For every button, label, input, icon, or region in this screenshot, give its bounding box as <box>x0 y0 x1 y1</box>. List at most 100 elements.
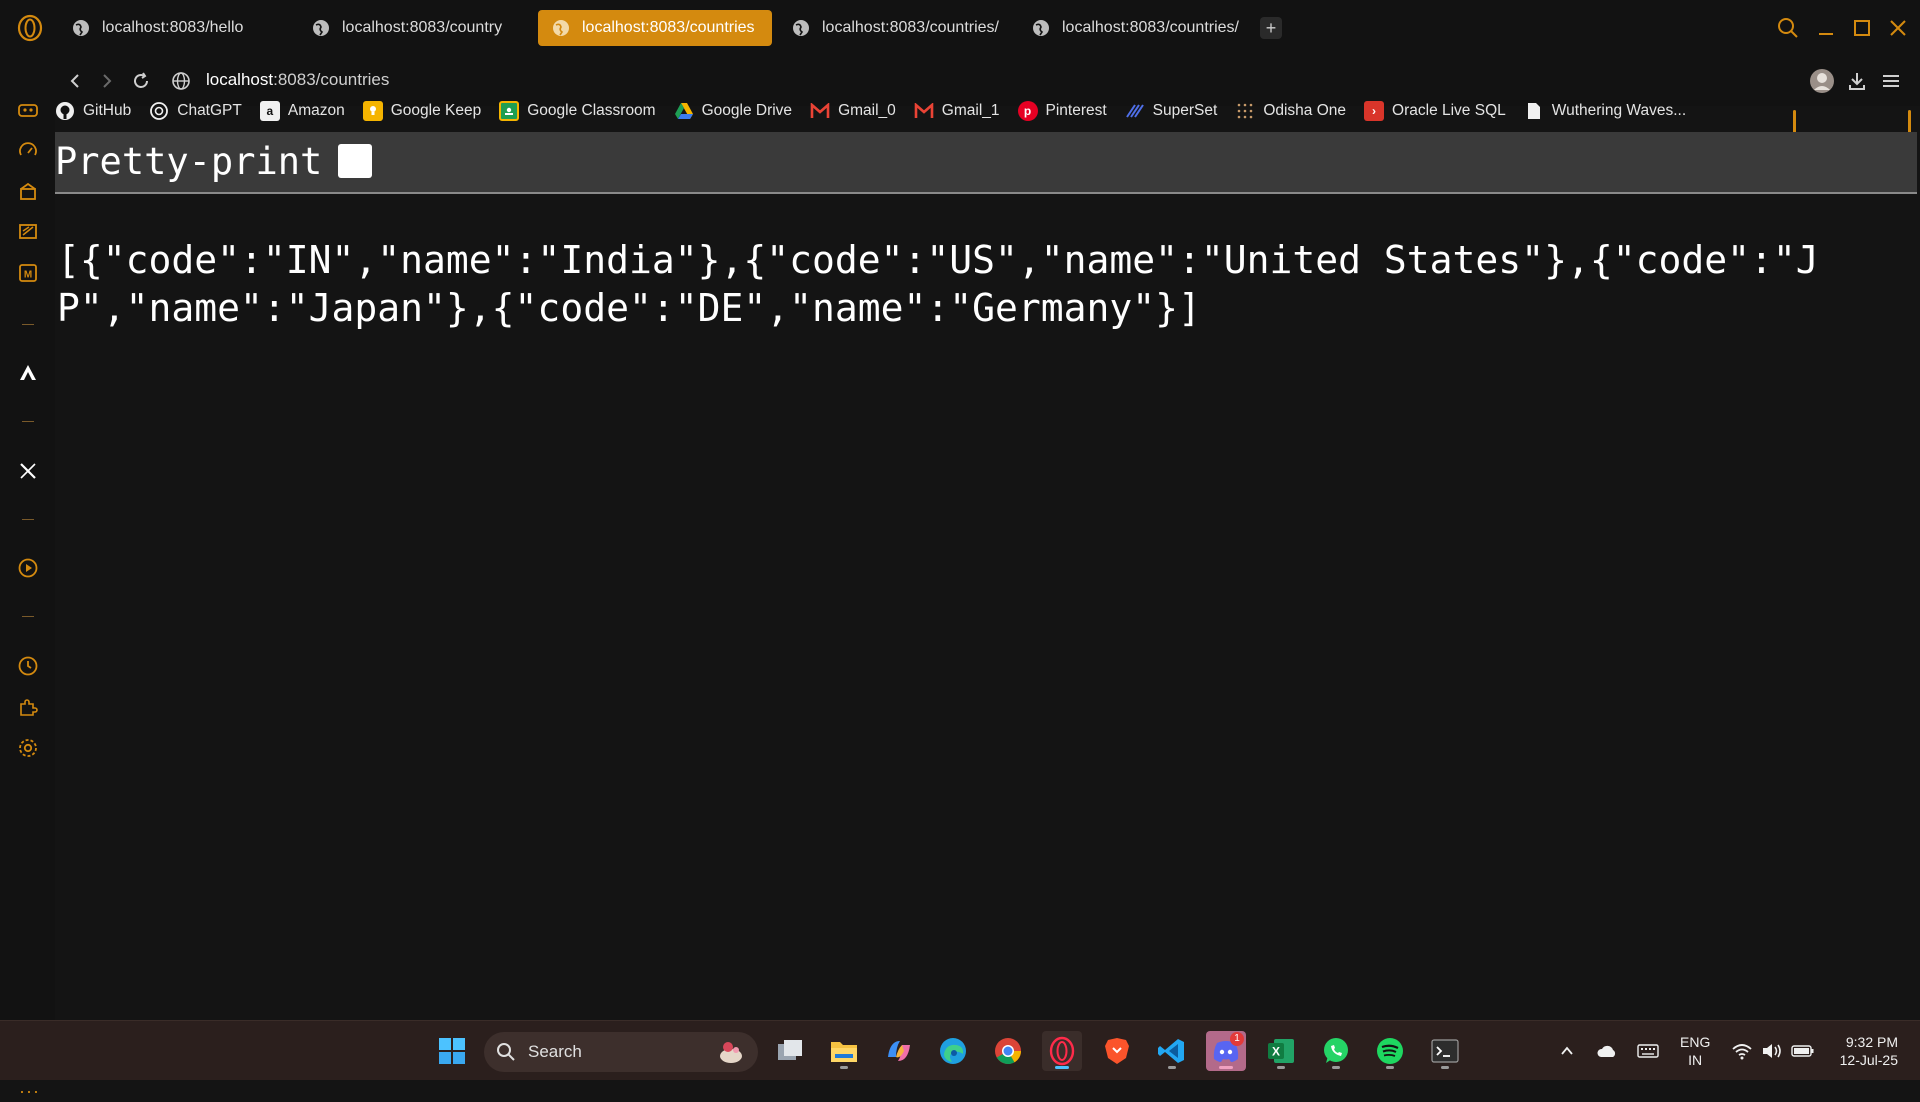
bookmark-label: Google Keep <box>390 102 482 119</box>
running-indicator <box>1219 1066 1233 1069</box>
oracle-icon: › <box>1364 101 1385 121</box>
gx-control-icon[interactable] <box>16 98 40 122</box>
bookmark-label: Google Drive <box>701 102 793 119</box>
running-indicator <box>1386 1066 1394 1069</box>
bookmark-google-drive[interactable]: Google Drive <box>674 101 792 121</box>
clock-date: 12-Jul-25 <box>1839 1052 1898 1068</box>
language-code: ENG <box>1680 1034 1711 1050</box>
gmail-icon <box>914 101 934 121</box>
globe-icon <box>1033 20 1049 36</box>
search-icon <box>497 1043 515 1061</box>
gx-corner-icon[interactable] <box>16 180 40 204</box>
whatsapp-icon[interactable] <box>1316 1031 1356 1071</box>
tab-hello[interactable]: localhost:8083/hello <box>58 10 293 46</box>
opera-gx-logo-icon[interactable] <box>14 12 46 44</box>
task-view-icon[interactable] <box>770 1031 810 1071</box>
bookmark-oracle-live-sql[interactable]: › Oracle Live SQL <box>1364 101 1506 121</box>
superset-icon <box>1125 101 1145 121</box>
discord-icon[interactable]: 1 <box>1206 1031 1246 1071</box>
globe-icon <box>73 20 89 36</box>
bookmark-label: Gmail_1 <box>941 102 1000 119</box>
wifi-icon[interactable] <box>1730 1039 1754 1063</box>
show-hidden-icons-chevron-icon[interactable] <box>1555 1039 1579 1063</box>
more-options-icon[interactable]: ··· <box>19 1081 40 1102</box>
search-tabs-icon[interactable] <box>1774 14 1802 42</box>
bookmark-label: Gmail_0 <box>838 102 896 119</box>
spotify-icon[interactable] <box>1370 1031 1410 1071</box>
odisha-one-icon <box>1235 101 1255 121</box>
bookmark-odisha-one[interactable]: Odisha One <box>1235 101 1346 121</box>
pinterest-icon: p <box>1017 101 1038 121</box>
download-icon[interactable] <box>1843 67 1871 95</box>
pretty-print-label: Pretty-print <box>55 140 323 183</box>
bookmarks-bar: GitHub ChatGPT a Amazon Google Keep Goog… <box>55 96 1704 126</box>
forward-icon[interactable] <box>94 68 120 94</box>
copilot-icon[interactable] <box>879 1031 919 1071</box>
bookmark-chatgpt[interactable]: ChatGPT <box>149 101 242 121</box>
language-indicator[interactable]: ENG IN <box>1680 1033 1710 1069</box>
bookmark-wuthering-waves[interactable]: Wuthering Waves... <box>1524 101 1686 121</box>
opera-gx-taskbar-icon[interactable] <box>1042 1031 1082 1071</box>
aria-icon[interactable] <box>16 361 40 385</box>
running-indicator <box>1332 1066 1340 1069</box>
vscode-icon[interactable] <box>1152 1031 1192 1071</box>
back-icon[interactable] <box>62 68 88 94</box>
history-clock-icon[interactable] <box>16 654 40 678</box>
maximize-icon[interactable] <box>1848 14 1876 42</box>
sidebar-separator <box>22 421 34 422</box>
bookmark-gmail-0[interactable]: Gmail_0 <box>810 101 896 121</box>
pretty-print-bar: Pretty-print <box>55 132 1917 194</box>
url-field[interactable]: localhost:8083/countries <box>206 70 389 90</box>
terminal-icon[interactable] <box>1425 1031 1465 1071</box>
keyboard-icon[interactable] <box>1636 1039 1660 1063</box>
minimize-icon[interactable] <box>1812 14 1840 42</box>
tab-country[interactable]: localhost:8083/country <box>298 10 533 46</box>
pretty-print-checkbox[interactable] <box>338 144 372 178</box>
tab-countries-active[interactable]: localhost:8083/countries <box>538 10 772 46</box>
extensions-puzzle-icon[interactable] <box>16 695 40 719</box>
bookmark-label: SuperSet <box>1152 102 1218 119</box>
player-icon[interactable] <box>16 556 40 580</box>
bookmark-label: ChatGPT <box>177 102 242 119</box>
profile-avatar-icon[interactable] <box>1808 67 1836 95</box>
taskbar-search-box[interactable]: Search <box>484 1032 758 1072</box>
excel-icon[interactable]: X <box>1261 1031 1301 1071</box>
messenger-m-icon[interactable]: M <box>16 261 40 285</box>
close-icon[interactable] <box>1884 14 1912 42</box>
twitch-icon[interactable] <box>16 220 40 244</box>
bookmark-amazon[interactable]: a Amazon <box>259 101 345 121</box>
bookmark-google-keep[interactable]: Google Keep <box>362 101 482 121</box>
brave-icon[interactable] <box>1097 1031 1137 1071</box>
tab-countries-slash-2[interactable]: localhost:8083/countries/ <box>1018 10 1244 46</box>
running-indicator <box>840 1066 848 1069</box>
bookmark-google-classroom[interactable]: Google Classroom <box>499 101 656 121</box>
gx-speed-dial-icon[interactable] <box>16 139 40 163</box>
tab-countries-slash[interactable]: localhost:8083/countries/ <box>778 10 1004 46</box>
tab-label: localhost:8083/countries/ <box>1062 19 1239 36</box>
globe-icon <box>313 20 329 36</box>
bookmark-github[interactable]: GitHub <box>55 101 131 121</box>
tab-label: localhost:8083/country <box>342 19 503 36</box>
settings-gear-icon[interactable] <box>16 736 40 760</box>
bookmark-gmail-1[interactable]: Gmail_1 <box>914 101 1000 121</box>
system-clock[interactable]: 9:32 PM 12-Jul-25 <box>1832 1033 1898 1069</box>
sidebar: M GX ··· <box>0 96 55 1101</box>
bookmark-label: Amazon <box>287 102 345 119</box>
reload-icon[interactable] <box>128 68 154 94</box>
file-explorer-icon[interactable] <box>824 1031 864 1071</box>
easy-setup-menu-icon[interactable] <box>1877 67 1905 95</box>
volume-icon[interactable] <box>1760 1039 1784 1063</box>
bookmark-pinterest[interactable]: p Pinterest <box>1017 101 1107 121</box>
site-info-globe-icon[interactable] <box>168 68 194 94</box>
new-tab-button[interactable]: + <box>1260 17 1282 39</box>
battery-icon[interactable] <box>1791 1039 1815 1063</box>
bookmark-superset[interactable]: SuperSet <box>1125 101 1218 121</box>
onedrive-cloud-icon[interactable] <box>1595 1039 1619 1063</box>
x-twitter-icon[interactable] <box>16 459 40 483</box>
region-code: IN <box>1688 1052 1703 1068</box>
edge-icon[interactable] <box>933 1031 973 1071</box>
google-drive-icon <box>674 101 694 121</box>
windows-start-icon[interactable] <box>432 1031 472 1071</box>
chatgpt-icon <box>149 101 169 121</box>
chrome-icon[interactable] <box>988 1031 1028 1071</box>
